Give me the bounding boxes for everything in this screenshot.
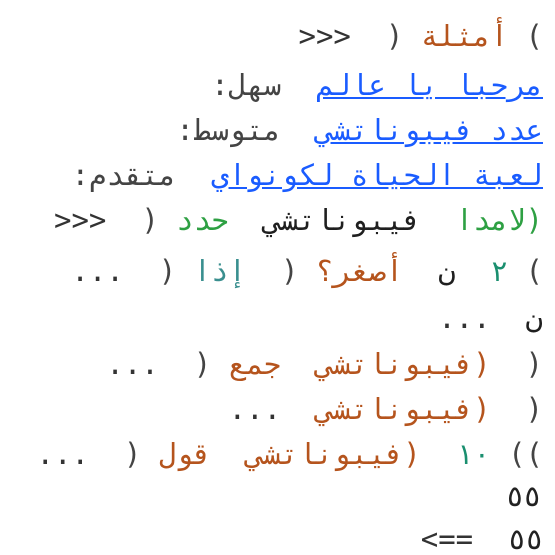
- continuation-marker: ...: [228, 392, 282, 426]
- prompt-marker: >>>: [298, 19, 351, 53]
- example-advanced-line: متقدم: لعبة الحياة لكونواي: [72, 157, 543, 193]
- result-line: <== ٥٥: [421, 521, 543, 555]
- continuation-marker: ...: [36, 437, 89, 471]
- examples-header-word: أمثلة: [420, 19, 509, 53]
- continuation-marker: ...: [438, 301, 491, 335]
- code-line-call: ... (فيبوناتشي (: [228, 392, 543, 426]
- variable-n: ن: [438, 254, 456, 288]
- example-medium-line: متوسط: عدد فيبوناتشي: [176, 112, 543, 148]
- keyword-less-than: أصغر؟: [315, 254, 404, 288]
- keyword-if: إذا: [193, 254, 247, 288]
- keyword-lambda: (لامدا: [455, 203, 543, 237]
- code-line-say: ... ( قول (فيبوناتشي ١٠ )): [36, 437, 543, 471]
- keyword-say: قول: [158, 437, 212, 471]
- number-ten: ١٠: [455, 437, 491, 471]
- repl-console[interactable]: >>> ( أمثلة ) سهل: مرحبا يا عالم متوسط: …: [0, 0, 555, 555]
- examples-header-line: >>> ( أمثلة ): [298, 19, 543, 53]
- code-line-add: ... ( جمع (فيبوناتشي (: [106, 347, 543, 381]
- example-link-fibonacci[interactable]: عدد فيبوناتشي: [316, 112, 543, 148]
- code-line-if: ... ( إذا ( أصغر؟ ن ٢ ): [71, 254, 543, 288]
- example-label-easy: سهل:: [211, 68, 282, 102]
- fibonacci-call: (فيبوناتشي: [315, 347, 491, 381]
- example-link-game-of-life[interactable]: لعبة الحياة لكونواي: [211, 157, 543, 193]
- number-two: ٢: [490, 254, 509, 288]
- continuation-marker: ...: [71, 254, 124, 288]
- output-value: ٥٥: [506, 479, 541, 513]
- code-line-define: >>> ( حدد فيبوناتشي (لامدا: [54, 203, 543, 237]
- example-label-medium: متوسط:: [176, 113, 282, 147]
- keyword-add: جمع: [228, 347, 282, 381]
- variable-n: ن: [525, 301, 543, 335]
- example-easy-line: سهل: مرحبا يا عالم: [211, 67, 543, 103]
- result-marker: <==: [420, 522, 474, 555]
- result-value: ٥٥: [508, 522, 543, 555]
- example-label-advanced: متقدم:: [71, 158, 177, 192]
- code-line-n: ... ن: [438, 300, 543, 336]
- fibonacci-call: (فيبوناتشي: [315, 392, 491, 426]
- example-link-hello-world[interactable]: مرحبا يا عالم: [316, 67, 543, 103]
- function-name: فيبوناتشي: [263, 203, 421, 237]
- output-line: ٥٥: [506, 478, 541, 514]
- continuation-marker: ...: [106, 347, 159, 381]
- keyword-define: حدد: [176, 203, 229, 237]
- fibonacci-call: (فيبوناتشي: [246, 437, 421, 471]
- prompt-marker: >>>: [54, 203, 107, 237]
